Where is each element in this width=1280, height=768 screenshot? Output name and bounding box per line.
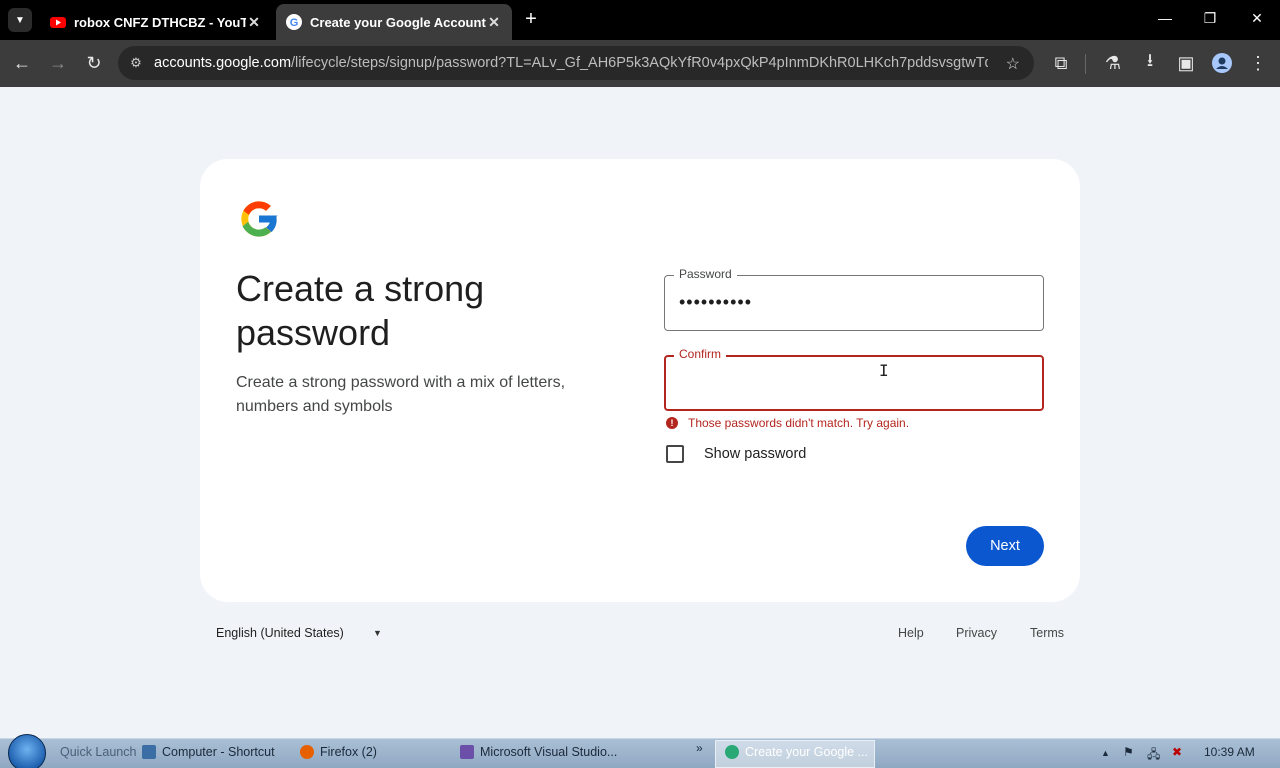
- page-subtitle: Create a strong password with a mix of l…: [236, 374, 566, 415]
- profile-icon[interactable]: [1210, 51, 1234, 75]
- firefox-icon: [300, 745, 314, 759]
- privacy-link[interactable]: Privacy: [956, 626, 997, 640]
- taskbar: Quick Launch Computer - Shortcut Firefox…: [0, 734, 1280, 768]
- password-field[interactable]: Password ••••••••••: [664, 267, 1044, 331]
- error-text: Those passwords didn't match. Try again.: [688, 416, 910, 430]
- tab-youtube[interactable]: robox CNFZ DTHCBZ - YouTube ✕: [40, 4, 272, 40]
- taskbar-overflow-icon[interactable]: »: [696, 741, 703, 755]
- language-selector[interactable]: English (United States): [216, 626, 344, 640]
- tab-search-button[interactable]: ▼: [8, 8, 32, 32]
- google-logo-icon: [241, 201, 278, 237]
- show-password-label[interactable]: Show password: [704, 446, 806, 462]
- url-text[interactable]: accounts.google.com/lifecycle/steps/sign…: [154, 55, 988, 71]
- browser-toolbar: ← → ↻ ⚙ accounts.google.com/lifecycle/st…: [0, 40, 1280, 87]
- error-icon: !: [666, 417, 678, 429]
- reload-icon[interactable]: ↻: [82, 51, 106, 75]
- password-error: ! Those passwords didn't match. Try agai…: [666, 416, 909, 430]
- close-tab-icon[interactable]: ✕: [486, 14, 502, 31]
- minimize-icon[interactable]: —: [1155, 10, 1175, 26]
- labs-icon[interactable]: ⚗: [1101, 51, 1125, 75]
- chevron-down-icon: ▼: [15, 14, 25, 26]
- visual-studio-icon: [460, 745, 474, 759]
- tab-google-account[interactable]: G Create your Google Account ✕: [276, 4, 512, 40]
- confirm-password-field[interactable]: Confirm I: [664, 347, 1044, 411]
- chrome-icon: [725, 745, 739, 759]
- show-password-toggle[interactable]: Show password: [666, 445, 806, 463]
- side-panel-icon[interactable]: ▣: [1174, 51, 1198, 75]
- taskbar-item-chrome-label[interactable]: Create your Google ...: [725, 745, 868, 759]
- close-window-icon[interactable]: ✕: [1247, 10, 1267, 27]
- confirm-label: Confirm: [674, 347, 727, 361]
- taskbar-item-firefox[interactable]: Firefox (2): [300, 745, 377, 759]
- signup-card: Create a strong password Create a strong…: [200, 159, 1080, 602]
- youtube-icon: [50, 17, 66, 28]
- taskbar-item-computer[interactable]: Computer - Shortcut: [142, 745, 275, 759]
- page-title: Create a strong password: [236, 268, 485, 353]
- computer-icon: [142, 745, 156, 759]
- tab-title: Create your Google Account: [310, 14, 486, 30]
- extensions-icon[interactable]: ⧉: [1049, 51, 1073, 75]
- tab-title: robox CNFZ DTHCBZ - YouTube: [74, 14, 246, 30]
- start-button[interactable]: [8, 734, 46, 768]
- tab-strip: ▼ robox CNFZ DTHCBZ - YouTube ✕ G Create…: [0, 0, 1280, 40]
- svg-text:G: G: [290, 17, 299, 29]
- site-info-icon[interactable]: ⚙: [118, 55, 154, 71]
- dropdown-arrow-icon[interactable]: ▼: [373, 628, 382, 638]
- password-label: Password: [674, 267, 737, 281]
- show-password-checkbox[interactable]: [666, 445, 684, 463]
- clock[interactable]: 10:39 AM: [1204, 745, 1255, 759]
- address-bar[interactable]: ⚙ accounts.google.com/lifecycle/steps/si…: [118, 46, 1034, 80]
- next-button[interactable]: Next: [966, 526, 1044, 566]
- action-center-flag-icon[interactable]: ⚑: [1123, 745, 1134, 759]
- help-link[interactable]: Help: [898, 626, 924, 640]
- taskbar-item-visual-studio[interactable]: Microsoft Visual Studio...: [460, 745, 617, 759]
- volume-muted-icon[interactable]: ✖: [1172, 745, 1182, 759]
- restore-icon[interactable]: ❐: [1200, 10, 1220, 27]
- forward-icon[interactable]: →: [46, 51, 70, 75]
- quick-launch-label: Quick Launch: [60, 745, 137, 759]
- google-icon: G: [286, 14, 302, 30]
- download-icon[interactable]: ⭳: [1138, 50, 1162, 75]
- toolbar-divider: [1085, 54, 1086, 74]
- terms-link[interactable]: Terms: [1030, 626, 1064, 640]
- menu-icon[interactable]: ⋮: [1246, 51, 1270, 75]
- back-icon[interactable]: ←: [10, 51, 34, 75]
- show-hidden-icons-icon[interactable]: ▲: [1101, 748, 1110, 758]
- close-tab-icon[interactable]: ✕: [246, 14, 262, 31]
- password-input[interactable]: ••••••••••: [679, 292, 752, 313]
- new-tab-button[interactable]: +: [520, 8, 542, 30]
- network-icon[interactable]: 🖧: [1147, 745, 1160, 766]
- text-cursor-icon: I: [879, 361, 889, 380]
- bookmark-star-icon[interactable]: ☆: [1006, 54, 1020, 74]
